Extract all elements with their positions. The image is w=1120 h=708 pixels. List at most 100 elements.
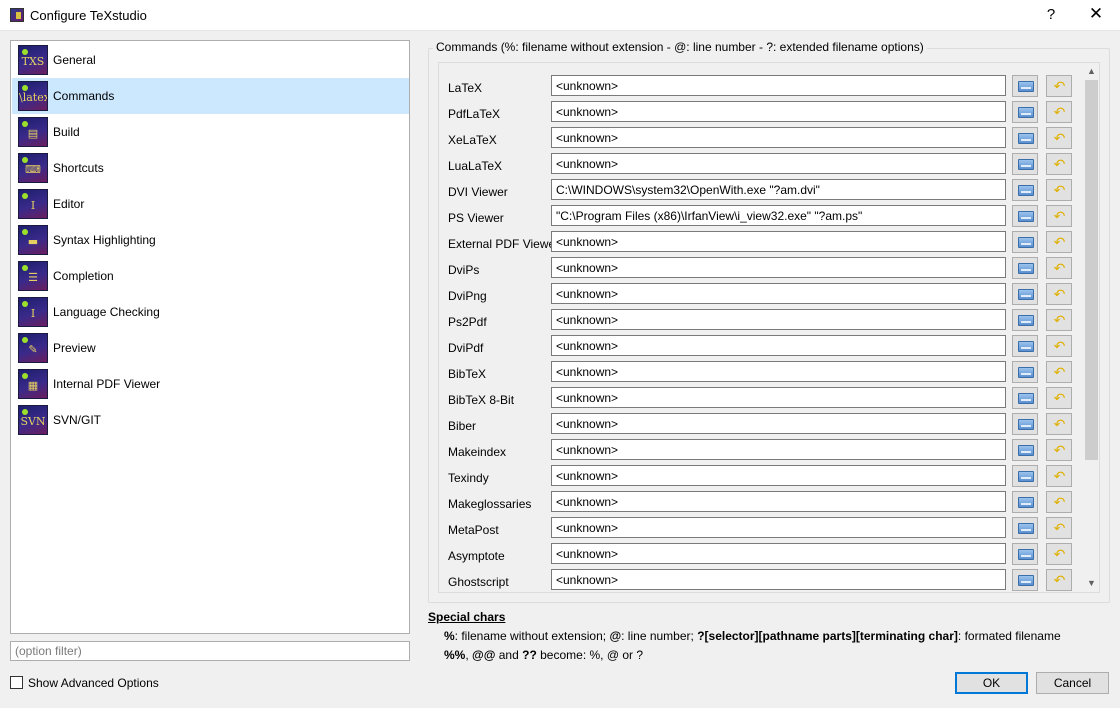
- reset-default-button[interactable]: ↶: [1046, 543, 1072, 565]
- reset-default-button[interactable]: ↶: [1046, 283, 1072, 305]
- reset-default-button[interactable]: ↶: [1046, 309, 1072, 331]
- command-label: BibTeX: [448, 367, 487, 381]
- command-field-ps2pdf[interactable]: <unknown>: [551, 309, 1006, 330]
- select-program-button[interactable]: [1012, 257, 1038, 279]
- command-label: MetaPost: [448, 523, 499, 537]
- sidebar-item-editor[interactable]: I Editor: [12, 186, 409, 222]
- command-field-makeglossaries[interactable]: <unknown>: [551, 491, 1006, 512]
- select-program-button[interactable]: [1012, 413, 1038, 435]
- command-label: DviPdf: [448, 341, 484, 355]
- undo-icon: ↶: [1053, 520, 1066, 536]
- sidebar-item-completion[interactable]: ☰ Completion: [12, 258, 409, 294]
- select-program-button[interactable]: [1012, 231, 1038, 253]
- command-field-xelatex[interactable]: <unknown>: [551, 127, 1006, 148]
- command-field-ps-viewer[interactable]: "C:\Program Files (x86)\IrfanView\i_view…: [551, 205, 1006, 226]
- reset-default-button[interactable]: ↶: [1046, 153, 1072, 175]
- reset-default-button[interactable]: ↶: [1046, 179, 1072, 201]
- command-field-texindy[interactable]: <unknown>: [551, 465, 1006, 486]
- command-field-dvips[interactable]: <unknown>: [551, 257, 1006, 278]
- sidebar-item-label: SVN/GIT: [53, 413, 102, 427]
- reset-default-button[interactable]: ↶: [1046, 205, 1072, 227]
- select-program-button[interactable]: [1012, 335, 1038, 357]
- show-advanced-checkbox[interactable]: [10, 676, 23, 689]
- sidebar-item-preview[interactable]: ✎ Preview: [12, 330, 409, 366]
- reset-default-button[interactable]: ↶: [1046, 413, 1072, 435]
- command-field-latex[interactable]: <unknown>: [551, 75, 1006, 96]
- select-program-button[interactable]: [1012, 569, 1038, 591]
- sidebar-item-syntax-highlighting[interactable]: ▬ Syntax Highlighting: [12, 222, 409, 258]
- help-button[interactable]: ?: [1040, 6, 1062, 26]
- command-label: DviPs: [448, 263, 480, 277]
- open-file-icon: [1018, 497, 1034, 508]
- scrollbar-thumb[interactable]: [1085, 80, 1098, 460]
- option-filter-input[interactable]: (option filter): [10, 641, 410, 661]
- commands-group-title: Commands (%: filename without extension …: [433, 40, 927, 54]
- show-advanced-label: Show Advanced Options: [28, 676, 159, 690]
- select-program-button[interactable]: [1012, 283, 1038, 305]
- command-row-makeindex: Makeindex <unknown> ↶: [439, 439, 1083, 465]
- select-program-button[interactable]: [1012, 153, 1038, 175]
- reset-default-button[interactable]: ↶: [1046, 231, 1072, 253]
- sidebar-item-language-checking[interactable]: I Language Checking: [12, 294, 409, 330]
- command-field-asymptote[interactable]: <unknown>: [551, 543, 1006, 564]
- select-program-button[interactable]: [1012, 439, 1038, 461]
- command-field-lualatex[interactable]: <unknown>: [551, 153, 1006, 174]
- command-field-makeindex[interactable]: <unknown>: [551, 439, 1006, 460]
- undo-icon: ↶: [1053, 286, 1066, 302]
- command-field-ghostscript[interactable]: <unknown>: [551, 569, 1006, 590]
- special-chars-segment: : filename without extension;: [454, 629, 610, 643]
- close-icon[interactable]: ✕: [1084, 4, 1108, 26]
- select-program-button[interactable]: [1012, 491, 1038, 513]
- reset-default-button[interactable]: ↶: [1046, 101, 1072, 123]
- sidebar-item-build[interactable]: ▤ Build: [12, 114, 409, 150]
- reset-default-button[interactable]: ↶: [1046, 569, 1072, 591]
- reset-default-button[interactable]: ↶: [1046, 257, 1072, 279]
- reset-default-button[interactable]: ↶: [1046, 75, 1072, 97]
- command-field-pdflatex[interactable]: <unknown>: [551, 101, 1006, 122]
- sidebar-item-commands[interactable]: \latex Commands: [12, 78, 409, 114]
- cancel-button[interactable]: Cancel: [1036, 672, 1109, 694]
- ok-button[interactable]: OK: [955, 672, 1028, 694]
- open-file-icon: [1018, 419, 1034, 430]
- scroll-up-icon[interactable]: ▲: [1083, 63, 1099, 80]
- command-field-bibtex-8-bit[interactable]: <unknown>: [551, 387, 1006, 408]
- sidebar-item-general[interactable]: TXS General: [12, 42, 409, 78]
- open-file-icon: [1018, 263, 1034, 274]
- reset-default-button[interactable]: ↶: [1046, 387, 1072, 409]
- reset-default-button[interactable]: ↶: [1046, 439, 1072, 461]
- select-program-button[interactable]: [1012, 205, 1038, 227]
- command-field-dvipng[interactable]: <unknown>: [551, 283, 1006, 304]
- reset-default-button[interactable]: ↶: [1046, 517, 1072, 539]
- special-chars-segment: %: [444, 629, 455, 643]
- command-field-metapost[interactable]: <unknown>: [551, 517, 1006, 538]
- command-field-external-pdf-viewer[interactable]: <unknown>: [551, 231, 1006, 252]
- vertical-scrollbar[interactable]: ▲ ▼: [1083, 63, 1099, 592]
- command-field-biber[interactable]: <unknown>: [551, 413, 1006, 434]
- scroll-down-icon[interactable]: ▼: [1083, 575, 1099, 592]
- reset-default-button[interactable]: ↶: [1046, 335, 1072, 357]
- reset-default-button[interactable]: ↶: [1046, 491, 1072, 513]
- sidebar-item-internal-pdf-viewer[interactable]: ▦ Internal PDF Viewer: [12, 366, 409, 402]
- select-program-button[interactable]: [1012, 517, 1038, 539]
- sidebar-item-shortcuts[interactable]: ⌨ Shortcuts: [12, 150, 409, 186]
- select-program-button[interactable]: [1012, 127, 1038, 149]
- select-program-button[interactable]: [1012, 361, 1038, 383]
- category-list[interactable]: TXS General \latex Commands ▤ Build ⌨ Shortcuts…: [10, 40, 410, 634]
- select-program-button[interactable]: [1012, 309, 1038, 331]
- reset-default-button[interactable]: ↶: [1046, 361, 1072, 383]
- select-program-button[interactable]: [1012, 75, 1038, 97]
- reset-default-button[interactable]: ↶: [1046, 465, 1072, 487]
- command-field-dvipdf[interactable]: <unknown>: [551, 335, 1006, 356]
- sidebar-item-svn-git[interactable]: SVN SVN/GIT: [12, 402, 409, 438]
- select-program-button[interactable]: [1012, 465, 1038, 487]
- select-program-button[interactable]: [1012, 543, 1038, 565]
- command-field-bibtex[interactable]: <unknown>: [551, 361, 1006, 382]
- commands-scroll-area[interactable]: LaTeX <unknown> ↶ PdfLaTeX <unknown> ↶ XeLaTeX…: [438, 62, 1100, 593]
- reset-default-button[interactable]: ↶: [1046, 127, 1072, 149]
- select-program-button[interactable]: [1012, 101, 1038, 123]
- command-field-dvi-viewer[interactable]: C:\WINDOWS\system32\OpenWith.exe "?am.dv…: [551, 179, 1006, 200]
- select-program-button[interactable]: [1012, 387, 1038, 409]
- undo-icon: ↶: [1053, 442, 1066, 458]
- command-row-biber: Biber <unknown> ↶: [439, 413, 1083, 439]
- select-program-button[interactable]: [1012, 179, 1038, 201]
